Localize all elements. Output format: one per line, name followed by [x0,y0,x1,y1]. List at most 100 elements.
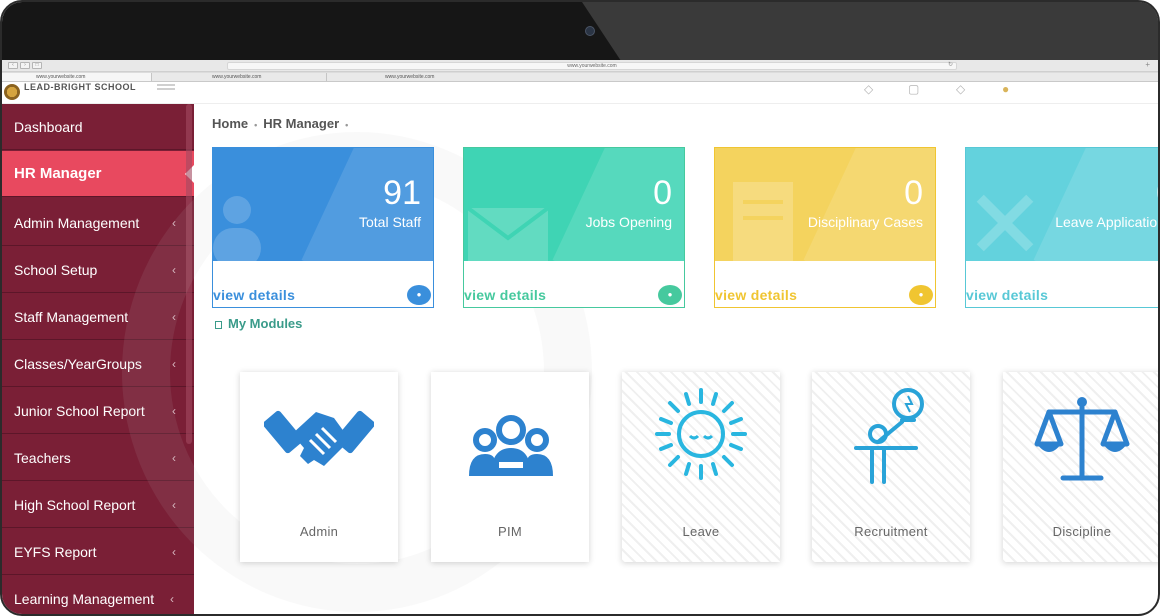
envelope-watermark-icon [466,206,550,261]
view-details-link[interactable]: view details [966,287,1048,303]
stat-card-leave-application: 0 Leave Application view details [965,147,1160,308]
school-logo [4,84,20,100]
sidebar-item-label: Admin Management [14,215,140,231]
sidebar-toggle-icon[interactable]: □ [32,62,42,69]
stat-card-jobs-opening: 0 Jobs Opening view details ● [463,147,685,308]
new-tab-icon[interactable]: + [1145,60,1150,69]
staff-watermark-icon [213,196,261,261]
square-icon [215,321,222,329]
module-card-admin[interactable]: Admin [240,372,398,562]
sidebar-item-junior-school-report[interactable]: Junior School Report ‹ [2,388,194,434]
scales-icon [1027,382,1137,492]
module-card-discipline[interactable]: Discipline [1003,372,1158,562]
sidebar-item-admin-management[interactable]: Admin Management ‹ [2,200,194,246]
people-group-icon [455,382,565,492]
back-icon[interactable]: ‹ [8,62,18,69]
module-card-recruitment[interactable]: Recruitment [812,372,970,562]
stat-card-total-staff: 91 Total Staff view details ● [212,147,434,308]
browser-tab-strip: www.yourwebsite.com www.yourwebsite.com … [2,72,1158,82]
breadcrumb-home[interactable]: Home [212,116,248,131]
stat-label: Total Staff [358,214,421,230]
sidebar-item-dashboard[interactable]: Dashboard [2,104,194,150]
address-bar[interactable]: www.yourwebsite.com [227,62,957,70]
sidebar-item-high-school-report[interactable]: High School Report ‹ [2,482,194,528]
camera-icon [585,26,595,36]
sidebar-item-learning-management[interactable]: Learning Management ‹ [2,576,194,614]
chevron-left-icon: ‹ [172,498,176,512]
sidebar-item-staff-management[interactable]: Staff Management ‹ [2,294,194,340]
brand-name: LEAD-BRIGHT SCHOOL [24,82,136,92]
sidebar-item-label: HR Manager [14,165,102,182]
sidebar-item-label: Dashboard [14,119,83,135]
module-label: Leave [682,524,720,539]
module-label: Discipline [1052,524,1112,539]
stat-label: Disciplinary Cases [807,214,923,230]
stat-value: 0 [904,174,923,212]
browser-toolbar: ‹ › □ www.yourwebsite.com ↻ + [2,60,1158,72]
reload-icon[interactable]: ↻ [948,61,953,68]
module-label: Admin [299,524,339,539]
browser-tab[interactable]: www.yourwebsite.com [152,73,327,81]
sidebar-item-classes-yeargroups[interactable]: Classes/YearGroups ‹ [2,341,194,387]
sun-icon [646,382,756,492]
sidebar-item-label: Junior School Report [14,403,145,419]
tools-watermark-icon [976,194,1034,252]
modules-title-text: My Modules [228,316,303,331]
chevron-left-icon: ‹ [172,545,176,559]
forward-icon[interactable]: › [20,62,30,69]
menu-toggle-icon[interactable] [157,84,175,90]
bell-icon[interactable]: ◇ [864,82,873,96]
view-details-link[interactable]: view details [715,287,797,303]
chevron-left-icon: ‹ [172,404,176,418]
breadcrumb-current: HR Manager [263,116,340,131]
sidebar-item-eyfs-report[interactable]: EYFS Report ‹ [2,529,194,575]
stat-value: 0 [653,174,672,212]
browser-tab[interactable]: www.yourwebsite.com [2,73,152,81]
chevron-left-icon: ‹ [172,263,176,277]
user-icon[interactable]: ● [1002,82,1009,96]
module-label: PIM [497,524,522,539]
sidebar-item-label: Learning Management [14,591,155,607]
sidebar: Dashboard HR Manager Admin Management ‹ S… [2,104,194,614]
view-details-link[interactable]: view details [213,287,295,303]
device-bezel [2,2,1158,60]
device-frame: ‹ › □ www.yourwebsite.com ↻ + www.yourwe… [0,0,1160,616]
browser-tab[interactable]: www.yourwebsite.com [327,73,1158,81]
breadcrumb-separator: • [254,120,258,130]
gear-icon[interactable]: ◇ [956,82,965,96]
stat-label: Leave Application [1055,214,1160,230]
module-card-pim[interactable]: PIM [431,372,589,562]
sidebar-item-teachers[interactable]: Teachers ‹ [2,435,194,481]
sidebar-item-label: Staff Management [14,309,129,325]
message-icon[interactable]: ▢ [908,82,919,96]
arrow-circle-icon[interactable]: ● [658,285,682,305]
sidebar-item-label: Classes/YearGroups [14,356,142,372]
stat-label: Jobs Opening [585,214,672,230]
arrow-circle-icon[interactable]: ● [407,285,431,305]
stat-card-disciplinary-cases: 0 Disciplinary Cases view details ● [714,147,936,308]
chevron-left-icon: ‹ [172,310,176,324]
stat-value: 0 [1156,174,1158,213]
arrow-circle-icon[interactable]: ● [909,285,933,305]
chevron-left-icon: ‹ [170,592,174,606]
modules-heading: My Modules [215,316,302,331]
sidebar-item-hr-manager[interactable]: HR Manager [2,151,194,197]
chevron-left-icon: ‹ [172,451,176,465]
module-card-leave[interactable]: Leave [622,372,780,562]
stat-value: 91 [383,174,421,212]
sidebar-item-label: High School Report [14,497,136,513]
sidebar-item-label: Teachers [14,450,71,466]
breadcrumb-separator: • [345,120,349,130]
document-watermark-icon [733,182,793,261]
sidebar-scrollbar[interactable] [186,104,192,444]
handshake-icon [262,382,376,492]
sidebar-item-school-setup[interactable]: School Setup ‹ [2,247,194,293]
module-label: Recruitment [854,524,928,539]
presenter-idea-icon [836,382,946,492]
chevron-left-icon: ‹ [172,357,176,371]
app-header: LEAD-BRIGHT SCHOOL ◇ ▢ ◇ ● [2,82,1158,104]
sidebar-item-label: EYFS Report [14,544,97,560]
chevron-left-icon: ‹ [172,216,176,230]
breadcrumb: Home • HR Manager • [212,116,354,131]
view-details-link[interactable]: view details [464,287,546,303]
